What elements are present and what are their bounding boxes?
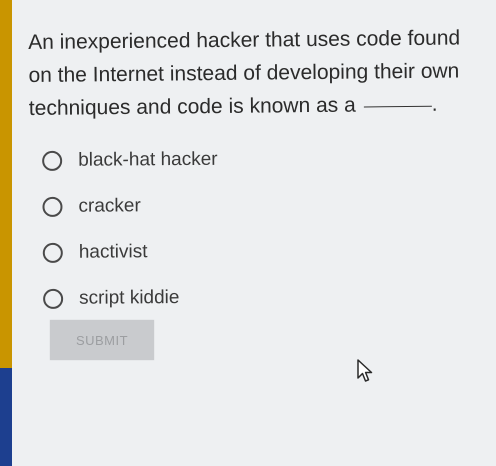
left-accent-strip-yellow	[0, 0, 12, 368]
answer-options: black-hat hacker cracker hactivist scrip…	[42, 136, 343, 322]
radio-button-icon[interactable]	[43, 288, 64, 309]
question-line-3: techniques and code is known as a.	[29, 87, 496, 125]
option-label: cracker	[78, 195, 141, 217]
question-line-2: on the Internet instead of developing th…	[28, 59, 460, 87]
option-script-kiddie[interactable]: script kiddie	[43, 274, 343, 322]
radio-button-icon[interactable]	[42, 242, 63, 263]
question-panel: An inexperienced hacker that uses code f…	[12, 0, 496, 466]
option-black-hat-hacker[interactable]: black-hat hacker	[42, 136, 342, 184]
question-line-1: An inexperienced hacker that uses code f…	[28, 26, 461, 54]
option-label: black-hat hacker	[78, 148, 218, 171]
option-cracker[interactable]: cracker	[42, 182, 342, 230]
blank-suffix: .	[431, 92, 438, 116]
option-label: hactivist	[78, 241, 148, 263]
radio-button-icon[interactable]	[42, 150, 63, 171]
radio-button-icon[interactable]	[42, 196, 63, 217]
question-line-3-text: techniques and code is known as a	[28, 93, 356, 120]
option-label: script kiddie	[79, 287, 180, 309]
question-text: An inexperienced hacker that uses code f…	[28, 21, 496, 125]
submit-button[interactable]: SUBMIT	[50, 320, 154, 360]
answer-blank	[363, 105, 432, 108]
mouse-pointer-icon	[357, 359, 373, 382]
option-hactivist[interactable]: hactivist	[42, 228, 343, 276]
left-accent-strip-blue	[0, 368, 12, 466]
